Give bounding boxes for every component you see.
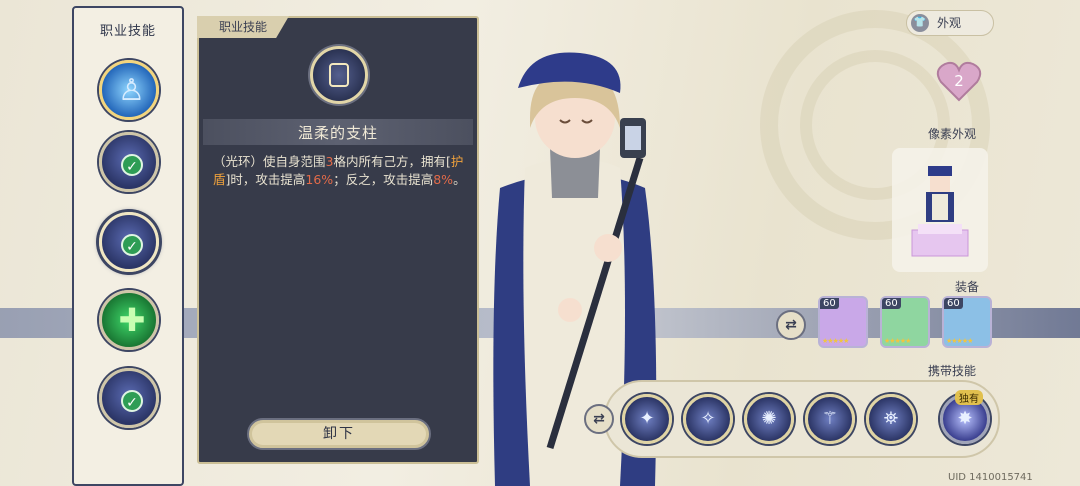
skill-name-band: 温柔的支柱 xyxy=(203,119,473,145)
skill-slot-4[interactable]: ✚ xyxy=(99,290,159,350)
equipped-check-icon: ✓ xyxy=(121,234,143,256)
swap-skills-icon[interactable]: ⇄ xyxy=(584,404,614,434)
equipment-slot-3[interactable]: 60 ★★★★★ xyxy=(942,296,992,348)
exclusive-tag: 独有 xyxy=(955,390,983,405)
skill-detail-panel: 职业技能 温柔的支柱 （光环）使自身范围3格内所有己方，拥有[护盾]时，攻击提高… xyxy=(197,16,479,464)
pixel-appearance-card[interactable] xyxy=(892,148,988,272)
attack-bonus-1: 16% xyxy=(305,172,334,187)
equipment-level: 60 xyxy=(820,298,839,309)
pixel-avatar-icon xyxy=(911,166,969,257)
swap-equipment-icon[interactable]: ⇄ xyxy=(776,310,806,340)
skill-slot-1[interactable]: ♙ xyxy=(99,60,159,120)
skill-description: （光环）使自身范围3格内所有己方，拥有[护盾]时，攻击提高16%；反之，攻击提高… xyxy=(213,154,466,187)
carry-skills-label: 携带技能 xyxy=(928,364,977,378)
attack-bonus-2: 8% xyxy=(433,172,454,187)
heart-count: 2 xyxy=(954,72,964,90)
equipment-label: 装备 xyxy=(955,280,980,294)
green-cross-icon: ✚ xyxy=(118,301,146,339)
spear-strike-icon: ✦ xyxy=(639,408,655,429)
equipped-check-icon: ✓ xyxy=(121,390,143,412)
lantern-pillar-icon: ⛯ xyxy=(883,408,899,429)
equipment-slot-1[interactable]: 60 ★★★★★ xyxy=(818,296,868,348)
user-id: UID 1410015741 xyxy=(948,472,1033,483)
carry-skill-2[interactable]: ✧ xyxy=(683,394,733,444)
lantern-pillar-icon xyxy=(310,46,368,104)
skill-slot-2[interactable]: ✓ xyxy=(99,132,159,192)
equipped-check-icon: ✓ xyxy=(121,154,143,176)
equipment-level: 60 xyxy=(882,298,901,309)
equipment-level: 60 xyxy=(944,298,963,309)
shirt-icon: 👕 xyxy=(911,14,929,32)
skill-slot-3[interactable]: ✓ xyxy=(99,212,159,272)
dna-helix-icon: ⚚ xyxy=(821,408,839,429)
equipment-slot-2[interactable]: 60 ★★★★★ xyxy=(880,296,930,348)
star-rating: ★★★★★ xyxy=(884,337,911,345)
light-pillar-icon: ✺ xyxy=(761,408,777,429)
figure-aura-icon: ♙ xyxy=(118,73,145,108)
carry-skill-4[interactable]: ⚚ xyxy=(805,394,855,444)
panel-tag: 职业技能 xyxy=(197,16,289,38)
unequip-button[interactable]: 卸下 xyxy=(247,418,431,450)
burst-star-icon: ✸ xyxy=(957,408,973,429)
heart-icon[interactable]: 2 xyxy=(935,58,983,104)
carry-skill-3[interactable]: ✺ xyxy=(744,394,794,444)
skill-name: 温柔的支柱 xyxy=(297,124,378,142)
carry-skill-5[interactable]: ⛯ xyxy=(866,394,916,444)
column-title: 职业技能 xyxy=(99,24,156,39)
star-rating: ★★★★★ xyxy=(822,337,849,345)
pixel-appearance-label: 像素外观 xyxy=(928,127,977,141)
carry-skill-1[interactable]: ✦ xyxy=(622,394,672,444)
class-skill-column: 职业技能 ♙ ✓ ✓ ✚ ✓ xyxy=(72,6,184,486)
hand-sparkle-icon: ✧ xyxy=(700,408,716,429)
appearance-button[interactable]: 👕 外观 xyxy=(906,10,994,36)
skill-slot-5[interactable]: ✓ xyxy=(99,368,159,428)
appearance-label: 外观 xyxy=(937,16,962,30)
star-rating: ★★★★★ xyxy=(946,337,973,345)
